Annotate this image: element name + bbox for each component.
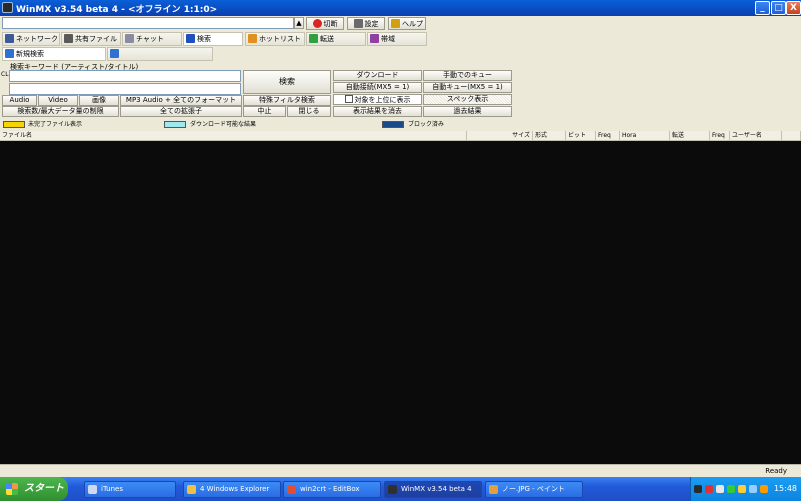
tab-shared-files[interactable]: 共有ファイル xyxy=(61,32,121,46)
winmx-icon xyxy=(388,485,397,494)
clear-results-button[interactable]: 表示結果を消去 xyxy=(333,106,422,117)
title-bar[interactable]: WinMX v3.54 beta 4 - <オフライン 1:1:0> _ □ X xyxy=(0,0,801,16)
chat-icon xyxy=(125,34,134,43)
search-icon xyxy=(186,34,195,43)
help-icon xyxy=(391,19,400,28)
transfer-icon xyxy=(309,34,318,43)
show-top-checkbox[interactable]: 対象を上位に表示 xyxy=(333,94,422,105)
close-button[interactable]: X xyxy=(786,1,801,15)
itunes-icon xyxy=(88,485,97,494)
tab-transfer[interactable]: 転送 xyxy=(306,32,366,46)
column-header-filename[interactable]: ファイル名 xyxy=(0,131,467,141)
tray-network-icon[interactable] xyxy=(727,485,735,493)
download-button[interactable]: ダウンロード xyxy=(333,70,422,81)
tray-volume-icon[interactable] xyxy=(716,485,724,493)
tab-search[interactable]: 検索 xyxy=(183,32,243,46)
column-header-freq[interactable]: Freq xyxy=(596,131,620,141)
task-winmx[interactable]: WinMX v3.54 beta 4 xyxy=(384,481,482,498)
column-header-freq2[interactable]: Freq xyxy=(710,131,730,141)
tab-hotlist[interactable]: ホットリスト xyxy=(245,32,305,46)
status-bar: Ready xyxy=(0,464,801,477)
search-result-icon xyxy=(110,49,119,58)
tray-antivirus-icon[interactable] xyxy=(705,485,713,493)
type-video-button[interactable]: Video xyxy=(38,95,78,106)
tab-bandwidth[interactable]: 帯域 xyxy=(367,32,427,46)
extension-button[interactable]: 全ての拡張子 xyxy=(120,106,242,117)
bandwidth-icon xyxy=(370,34,379,43)
tray-app-icon[interactable] xyxy=(760,485,768,493)
past-results-button[interactable]: 過去結果 xyxy=(423,106,512,117)
legend-swatch-incomplete xyxy=(3,121,25,128)
disconnect-button[interactable]: 切断 xyxy=(306,17,344,30)
column-header-hora[interactable]: Hora xyxy=(620,131,670,141)
results-list[interactable] xyxy=(0,141,801,464)
settings-icon xyxy=(353,19,363,28)
scroll-arrow-icon[interactable]: ▲ xyxy=(294,17,304,29)
filter-search-button[interactable]: 特殊フィルタ検索 xyxy=(243,95,331,106)
paint-icon xyxy=(489,485,498,494)
limit-button[interactable]: 検索数/最大データ量の制限 xyxy=(2,106,119,117)
auto-connect-button[interactable]: 自動接続(MX5 = 1) xyxy=(333,82,422,93)
no-entry-icon xyxy=(312,19,322,28)
subtab-search-result[interactable] xyxy=(107,47,213,61)
winmx-app-icon xyxy=(2,2,13,13)
status-text: Ready xyxy=(765,467,787,475)
help-button[interactable]: ヘルプ xyxy=(388,17,426,30)
task-explorer[interactable]: 4 Windows Explorer xyxy=(183,481,281,498)
hotlist-icon xyxy=(248,34,257,43)
manual-queue-button[interactable]: 手動でのキュー xyxy=(423,70,512,81)
task-editbox[interactable]: win2crt - EditBox xyxy=(283,481,381,498)
tray-winmx-icon[interactable] xyxy=(694,485,702,493)
folder-icon xyxy=(187,485,196,494)
legend-swatch-blocked xyxy=(382,121,404,128)
type-audio-button[interactable]: Audio xyxy=(2,95,37,106)
column-header-bitrate[interactable]: ビット xyxy=(566,131,596,141)
window-title: WinMX v3.54 beta 4 - <オフライン 1:1:0> xyxy=(16,5,218,15)
maximize-button[interactable]: □ xyxy=(771,1,786,15)
shared-files-icon xyxy=(64,34,73,43)
windows-flag-icon xyxy=(6,483,18,495)
new-search-icon xyxy=(5,49,14,58)
type-mp3-button[interactable]: MP3 Audio + 全てのフォーマット xyxy=(120,95,242,106)
task-itunes[interactable]: iTunes xyxy=(84,481,176,498)
tray-update-icon[interactable] xyxy=(738,485,746,493)
editor-icon xyxy=(287,485,296,494)
legend-incomplete-label: 未完了ファイル表示 xyxy=(28,121,83,128)
close-search-button[interactable]: 閉じる xyxy=(287,106,331,117)
network-icon xyxy=(5,34,14,43)
checkbox-icon xyxy=(344,95,353,103)
start-button[interactable]: スタート xyxy=(0,477,68,501)
legend-swatch-downloadable xyxy=(164,121,186,128)
column-header-transfer[interactable]: 転送 xyxy=(670,131,710,141)
column-header-extra xyxy=(782,131,801,141)
search-combo-input[interactable] xyxy=(2,17,294,29)
tab-network[interactable]: ネットワーク xyxy=(2,32,60,46)
subtab-new-search[interactable]: 新規検索 xyxy=(2,47,106,61)
column-header-user[interactable]: ユーザー名 xyxy=(730,131,782,141)
column-header-format[interactable]: 形式 xyxy=(533,131,566,141)
tray-connection-icon[interactable] xyxy=(749,485,757,493)
task-paint[interactable]: ノー.JPG - ペイント xyxy=(485,481,583,498)
spec-display-button[interactable]: スペック表示 xyxy=(423,94,512,105)
clear-side-label: CLEAR xyxy=(1,72,21,78)
clock[interactable]: 15:48 xyxy=(774,484,797,493)
type-image-button[interactable]: 画像 xyxy=(79,95,119,106)
legend-downloadable-label: ダウンロード可能な結果 xyxy=(190,121,257,128)
stop-button[interactable]: 中止 xyxy=(243,106,286,117)
tab-chat[interactable]: チャット xyxy=(122,32,182,46)
keyword-input-2[interactable] xyxy=(9,83,241,95)
column-header-size[interactable]: サイズ xyxy=(467,131,533,141)
auto-queue-button[interactable]: 自動キュー(MX5 = 1) xyxy=(423,82,512,93)
keyword-input[interactable] xyxy=(9,70,241,82)
search-button[interactable]: 検索 xyxy=(243,70,331,94)
legend-blocked-label: ブロック済み xyxy=(408,121,445,128)
minimize-button[interactable]: _ xyxy=(755,1,770,15)
settings-button[interactable]: 設定 xyxy=(347,17,385,30)
